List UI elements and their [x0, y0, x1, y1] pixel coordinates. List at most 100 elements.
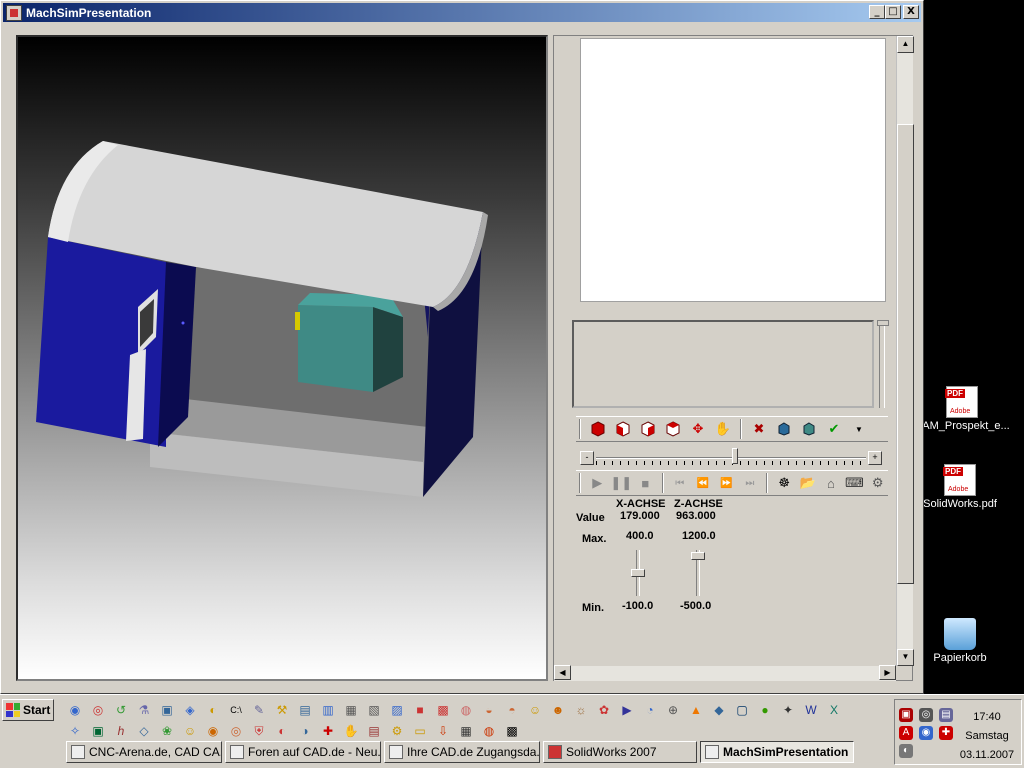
quick-launch-icon[interactable]: ✋ [340, 720, 362, 742]
quick-launch-icon[interactable]: ◉ [202, 720, 224, 742]
settings-icon[interactable]: ⚙ [868, 472, 888, 494]
quick-launch-icon[interactable]: ⚒ [271, 699, 293, 721]
quick-launch-icon[interactable]: ☺ [179, 720, 201, 742]
quick-launch-icon[interactable]: ▤ [363, 720, 385, 742]
z-slider-thumb[interactable] [691, 552, 705, 560]
quick-launch-icon[interactable]: ⚙ [386, 720, 408, 742]
messenger-icon[interactable]: ◉ [919, 726, 933, 740]
task-button-cad-zugang[interactable]: Ihre CAD.de Zugangsda... [384, 741, 540, 763]
quick-launch-icon[interactable]: ☻ [547, 699, 569, 721]
quick-launch-icon[interactable]: ▭ [409, 720, 431, 742]
scroll-up-button[interactable]: ▲ [897, 36, 914, 53]
red-cube-icon[interactable] [587, 418, 609, 440]
slider-left-button[interactable]: - [580, 451, 594, 465]
desktop-icon-papierkorb[interactable]: Papierkorb [910, 618, 1010, 664]
message-scroll[interactable] [877, 320, 889, 408]
3d-viewport[interactable] [16, 35, 548, 681]
quick-launch-icon[interactable]: ◎ [225, 720, 247, 742]
collision-icon[interactable]: ✖ [748, 418, 770, 440]
nvidia-icon[interactable]: ◎ [919, 708, 933, 722]
cube-front-icon[interactable] [612, 418, 634, 440]
quick-launch-icon[interactable]: ▩ [432, 699, 454, 721]
quick-launch-icon[interactable]: ◍ [478, 720, 500, 742]
quick-launch-icon[interactable]: ▶ [616, 699, 638, 721]
play-icon[interactable]: ▶ [587, 472, 607, 494]
dropdown-arrow-icon[interactable]: ▼ [848, 418, 870, 440]
skip-end-icon[interactable]: ⏭ [740, 472, 760, 494]
task-button-solidworks[interactable]: SolidWorks 2007 [543, 741, 697, 763]
cube-top-icon[interactable] [662, 418, 684, 440]
task-button-machsim[interactable]: MachSimPresentation [700, 741, 854, 763]
slider-thumb[interactable] [732, 448, 738, 464]
quick-launch-icon[interactable]: ☺ [524, 699, 546, 721]
slider-right-button[interactable]: + [868, 451, 882, 465]
quick-launch-icon[interactable]: ▣ [156, 699, 178, 721]
quick-launch-icon[interactable]: ⚗ [133, 699, 155, 721]
x-slider-thumb[interactable] [631, 569, 645, 577]
quick-launch-icon[interactable]: ▦ [340, 699, 362, 721]
rotate-icon[interactable]: ✋ [712, 418, 734, 440]
quick-launch-icon[interactable]: ◒ [478, 699, 500, 721]
quick-launch-icon[interactable]: ☼ [570, 699, 592, 721]
message-box[interactable] [572, 320, 874, 408]
antivirus-icon[interactable]: ✚ [939, 726, 953, 740]
quick-launch-icon[interactable]: ■ [409, 699, 431, 721]
quick-launch-icon[interactable]: ▦ [455, 720, 477, 742]
quick-launch-icon[interactable]: ▢ [731, 699, 753, 721]
simulation-slider[interactable]: - + [576, 448, 888, 468]
quick-launch-icon[interactable]: ◓ [501, 699, 523, 721]
stop-icon[interactable]: ■ [635, 472, 655, 494]
nc-program-view[interactable] [580, 38, 886, 302]
quick-launch-icon[interactable]: ▣ [87, 720, 109, 742]
quick-launch-icon[interactable]: ↺ [110, 699, 132, 721]
quick-launch-icon[interactable]: h [110, 720, 132, 742]
quick-launch-icon[interactable]: X [823, 699, 845, 721]
stock-icon[interactable] [798, 418, 820, 440]
layers-icon[interactable] [773, 418, 795, 440]
quick-launch-icon[interactable]: ◇ [133, 720, 155, 742]
quick-launch-icon[interactable]: ▩ [501, 720, 523, 742]
close-button[interactable]: X [903, 5, 919, 19]
machine-icon[interactable]: ⌂ [821, 472, 841, 494]
network-icon[interactable]: ▣ [899, 708, 913, 722]
quick-launch-icon[interactable]: ◍ [455, 699, 477, 721]
task-button-cnc-arena[interactable]: CNC-Arena.de, CAD CA... [66, 741, 222, 763]
quick-launch-icon[interactable]: ◐ [202, 699, 224, 721]
task-button-foren[interactable]: Foren auf CAD.de - Neu... [225, 741, 381, 763]
scroll-right-button[interactable]: ▶ [879, 665, 896, 680]
quick-launch-icon[interactable]: ❀ [156, 720, 178, 742]
open-folder-icon[interactable]: 📂 [797, 472, 817, 494]
quick-launch-icon[interactable]: ⇩ [432, 720, 454, 742]
quick-launch-icon[interactable]: ✧ [64, 720, 86, 742]
quick-launch-icon[interactable]: ◑ [294, 720, 316, 742]
monitor-icon[interactable]: ▤ [939, 708, 953, 722]
quick-launch-icon[interactable]: ◔ [639, 699, 661, 721]
minimize-button[interactable]: _ [869, 5, 885, 19]
verify-icon[interactable]: ✔ [823, 418, 845, 440]
app-icon[interactable] [6, 4, 22, 21]
quick-launch-icon[interactable]: ▤ [294, 699, 316, 721]
quick-launch-icon[interactable]: ✦ [777, 699, 799, 721]
pan-icon[interactable]: ✥ [687, 418, 709, 440]
scroll-down-button[interactable]: ▼ [897, 649, 914, 666]
ati-icon[interactable]: A [899, 726, 913, 740]
desktop-icon-solidworks-pdf[interactable]: SolidWorks.pdf [910, 464, 1010, 510]
quick-launch-icon[interactable]: ✎ [248, 699, 270, 721]
clock[interactable]: 17:40 Samstag 03.11.2007 [957, 708, 1017, 765]
start-button[interactable]: Start [2, 699, 54, 721]
volume-icon[interactable]: ◐ [899, 744, 913, 758]
title-bar[interactable]: MachSimPresentation _ □ X [3, 3, 921, 22]
quick-launch-icon[interactable]: ◈ [179, 699, 201, 721]
quick-launch-icon[interactable]: ▨ [386, 699, 408, 721]
quick-launch-icon[interactable]: ● [754, 699, 776, 721]
quick-launch-icon[interactable]: ◐ [271, 720, 293, 742]
horizontal-scrollbar[interactable]: ◀ ▶ [554, 665, 896, 681]
skip-start-icon[interactable]: ⏮ [670, 472, 690, 494]
quick-launch-icon[interactable]: ◆ [708, 699, 730, 721]
vertical-scrollbar[interactable]: ▲ ▼ [896, 36, 914, 666]
vertical-scroll-thumb[interactable] [897, 124, 914, 584]
step-back-icon[interactable]: ⏪ [693, 472, 713, 494]
quick-launch-icon[interactable]: ◎ [87, 699, 109, 721]
quick-launch-icon[interactable]: ✚ [317, 720, 339, 742]
quick-launch-icon[interactable]: ⊕ [662, 699, 684, 721]
